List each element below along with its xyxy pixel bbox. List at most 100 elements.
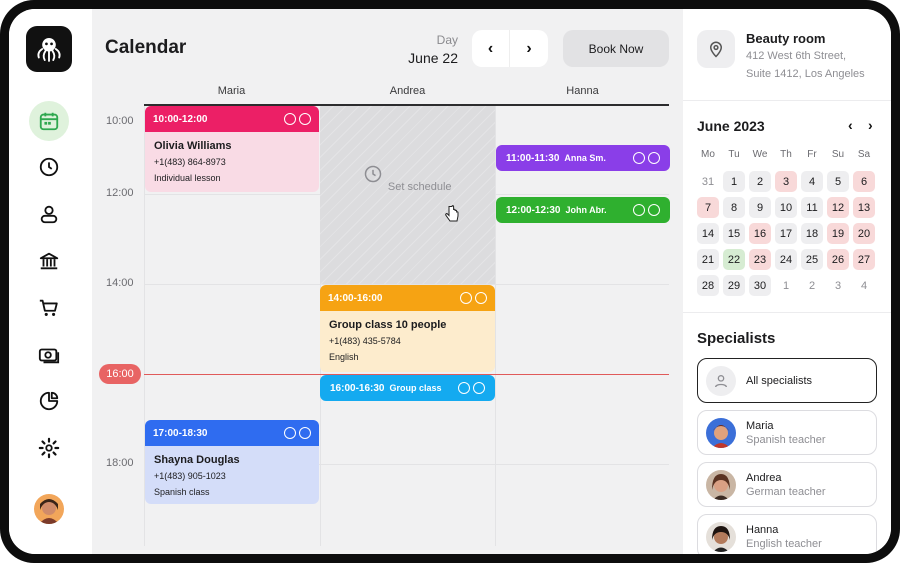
time-label: 10:00 [106, 115, 134, 127]
calendar-day[interactable]: 1 [775, 275, 797, 296]
calendar-day[interactable]: 14 [697, 223, 719, 244]
calendar-day[interactable]: 8 [723, 197, 745, 218]
event-pill-john[interactable]: 12:00-12:30 John Abr. [496, 197, 670, 223]
chat-icon[interactable] [633, 204, 645, 216]
calendar-day[interactable]: 5 [827, 171, 849, 192]
weekday-label: Mo [701, 149, 715, 160]
clock-icon [39, 157, 59, 177]
event-card-group-class[interactable]: 14:00-16:00 Group class 10 people +1(483… [320, 285, 495, 372]
event-time: 17:00-18:30 [153, 427, 208, 439]
calendar-day[interactable]: 4 [853, 275, 875, 296]
nav-payments[interactable] [29, 335, 69, 375]
event-client-name: Group class [389, 383, 442, 393]
calendar-day[interactable]: 17 [775, 223, 797, 244]
nav-analytics[interactable] [29, 381, 69, 421]
next-month-button[interactable]: › [868, 117, 873, 133]
chat-icon[interactable] [284, 113, 296, 125]
calendar-day[interactable]: 20 [853, 223, 875, 244]
set-schedule[interactable]: Set schedule [320, 164, 495, 195]
event-pill-anna[interactable]: 11:00-11:30 Anna Sm. [496, 145, 670, 171]
calendar-day[interactable]: 13 [853, 197, 875, 218]
calendar-day[interactable]: 27 [853, 249, 875, 270]
column-header-maria: Maria [217, 85, 246, 97]
calendar-day[interactable]: 22 [723, 249, 745, 270]
calendar-icon [39, 112, 59, 131]
event-pill-group[interactable]: 16:00-16:30 Group class [320, 375, 495, 401]
calendar-day[interactable]: 24 [775, 249, 797, 270]
calendar-day[interactable]: 3 [775, 171, 797, 192]
blocked-slot[interactable] [320, 106, 495, 284]
calendar-day[interactable]: 1 [723, 171, 745, 192]
calendar-day[interactable]: 3 [827, 275, 849, 296]
prev-day-button[interactable]: ‹ [472, 30, 510, 67]
user-avatar[interactable] [34, 494, 64, 524]
event-card-olivia[interactable]: 10:00-12:00 Olivia Williams +1(483) 864-… [145, 106, 319, 192]
chat-icon[interactable] [458, 382, 470, 394]
event-client-name: John Abr. [565, 205, 607, 215]
add-icon[interactable] [299, 427, 311, 439]
next-day-button[interactable]: › [510, 30, 548, 67]
calendar-day[interactable]: 29 [723, 275, 745, 296]
calendar-day[interactable]: 19 [827, 223, 849, 244]
calendar-day[interactable]: 2 [749, 171, 771, 192]
user-icon [706, 365, 736, 396]
prev-month-button[interactable]: ‹ [848, 117, 853, 133]
user-icon [40, 205, 58, 224]
chat-icon[interactable] [460, 292, 472, 304]
nav-history[interactable] [29, 147, 69, 187]
column-header-hanna: Hanna [566, 85, 599, 97]
calendar-day[interactable]: 10 [775, 197, 797, 218]
specialist-card-andrea[interactable]: Andrea German teacher [697, 462, 877, 507]
chat-icon[interactable] [284, 427, 296, 439]
add-icon[interactable] [648, 152, 660, 164]
calendar-day[interactable]: 23 [749, 249, 771, 270]
add-icon[interactable] [473, 382, 485, 394]
calendar-day[interactable]: 11 [801, 197, 823, 218]
location-address: Suite 1412, Los Angeles [746, 68, 865, 80]
calendar-day[interactable]: 2 [801, 275, 823, 296]
specialist-card-maria[interactable]: Maria Spanish teacher [697, 410, 877, 455]
calendar-day[interactable]: 25 [801, 249, 823, 270]
nav-bank[interactable] [29, 241, 69, 281]
calendar-day[interactable]: 4 [801, 171, 823, 192]
calendar-day[interactable]: 15 [723, 223, 745, 244]
weekday-label: Sa [857, 149, 871, 160]
calendar-day[interactable]: 26 [827, 249, 849, 270]
event-phone: +1(483) 905-1023 [154, 471, 226, 481]
weekday-label: Su [831, 149, 845, 160]
event-client-name: Olivia Williams [154, 140, 232, 152]
money-icon [38, 348, 60, 364]
avatar [706, 469, 736, 500]
chevron-left-icon: ‹ [848, 117, 853, 133]
book-now-button[interactable]: Book Now [563, 30, 669, 67]
calendar-day[interactable]: 9 [749, 197, 771, 218]
pie-chart-icon [39, 391, 59, 411]
calendar-day[interactable]: 30 [749, 275, 771, 296]
divider [683, 100, 891, 101]
right-panel: Beauty room 412 West 6th Street, Suite 1… [683, 9, 891, 554]
nav-clients[interactable] [29, 194, 69, 234]
calendar-day[interactable]: 6 [853, 171, 875, 192]
specialist-card-hanna[interactable]: Hanna English teacher [697, 514, 877, 554]
nav-settings[interactable] [29, 428, 69, 468]
chat-icon[interactable] [633, 152, 645, 164]
calendar-day[interactable]: 28 [697, 275, 719, 296]
add-icon[interactable] [299, 113, 311, 125]
all-specialists-option[interactable]: All specialists [697, 358, 877, 403]
calendar-day[interactable]: 18 [801, 223, 823, 244]
event-card-shayna[interactable]: 17:00-18:30 Shayna Douglas +1(483) 905-1… [145, 420, 319, 504]
calendar-day[interactable]: 16 [749, 223, 771, 244]
add-icon[interactable] [475, 292, 487, 304]
calendar-day[interactable]: 31 [697, 171, 719, 192]
calendar-day[interactable]: 21 [697, 249, 719, 270]
nav-shop[interactable] [29, 288, 69, 328]
calendar-day[interactable]: 12 [827, 197, 849, 218]
octopus-logo[interactable] [26, 26, 72, 72]
all-specialists-label: All specialists [746, 374, 813, 387]
nav-calendar[interactable] [29, 101, 69, 141]
calendar-day[interactable]: 7 [697, 197, 719, 218]
location-address: 412 West 6th Street, [746, 50, 847, 62]
avatar [706, 521, 736, 552]
chevron-right-icon: › [526, 39, 532, 57]
add-icon[interactable] [648, 204, 660, 216]
